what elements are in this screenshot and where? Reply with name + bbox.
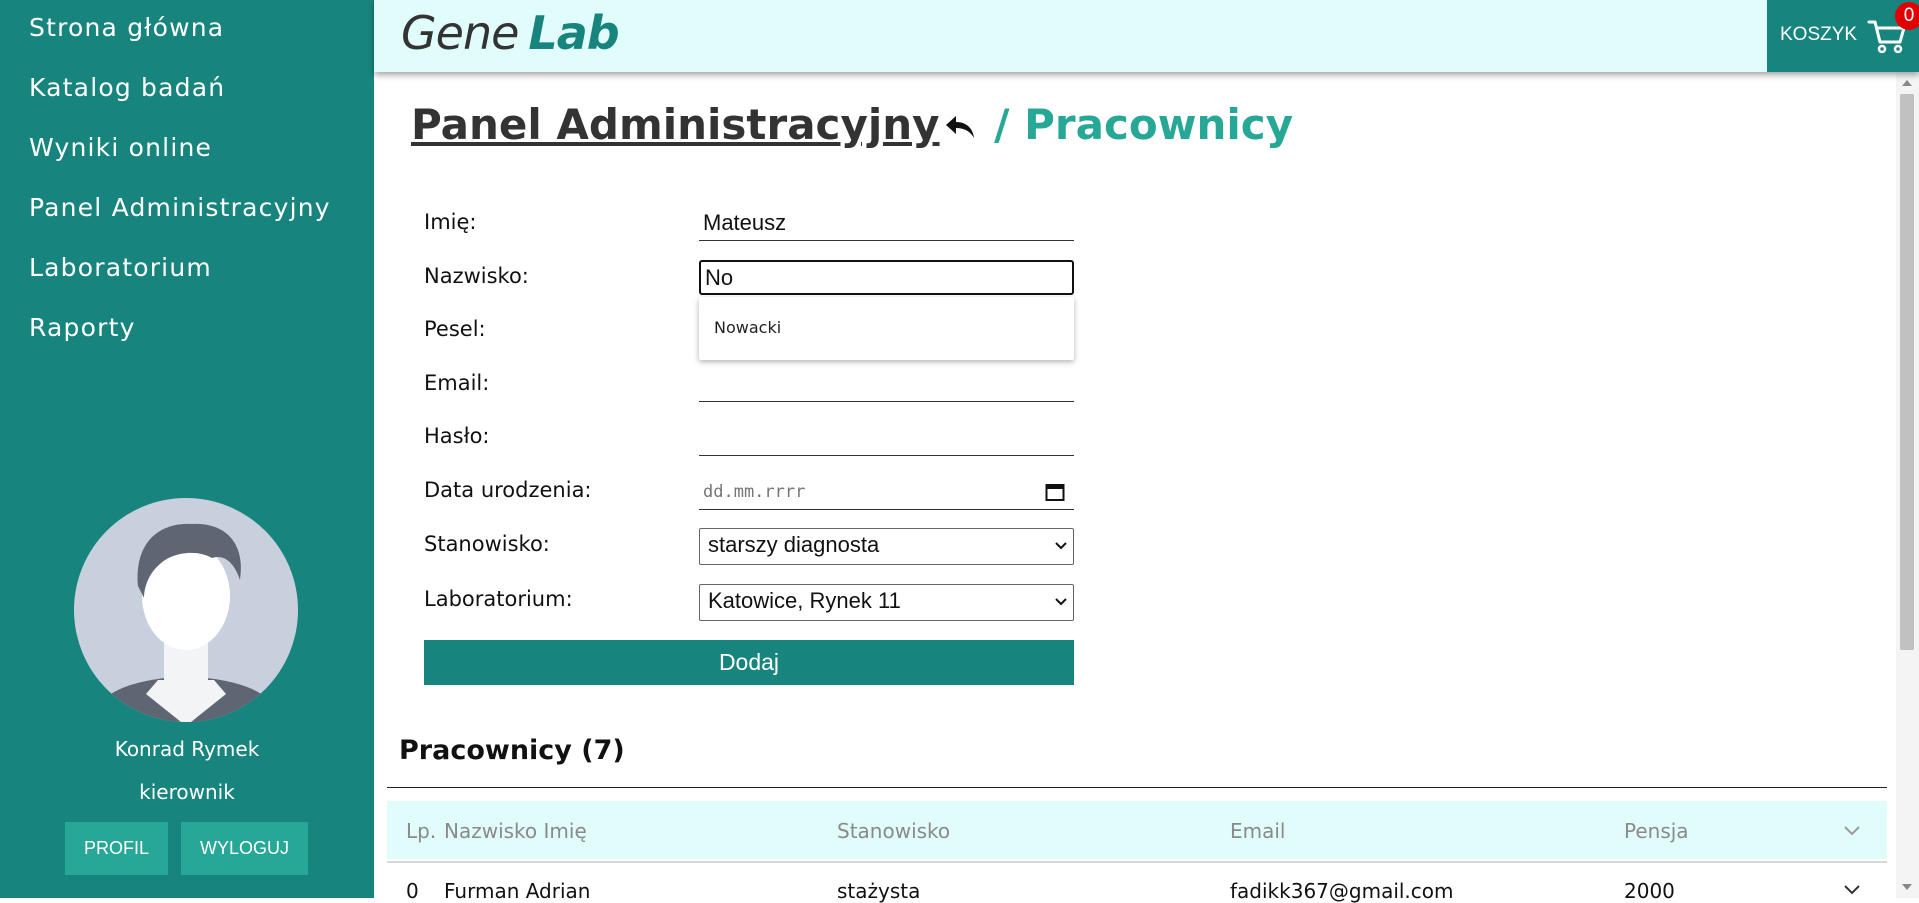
scroll-thumb[interactable] xyxy=(1900,94,1914,650)
logo[interactable]: Gene Lab xyxy=(401,6,620,60)
last-name-field[interactable] xyxy=(699,260,1074,295)
autocomplete-dropdown: Nowacki xyxy=(699,297,1074,360)
top-header: Gene Lab KOSZYK 0 xyxy=(374,0,1919,72)
profile-button[interactable]: PROFIL xyxy=(65,822,168,875)
page-scrollbar[interactable] xyxy=(1896,72,1919,898)
add-button[interactable]: Dodaj xyxy=(424,640,1074,685)
cell-lp: 0 xyxy=(406,879,419,903)
chevron-down-icon xyxy=(1055,542,1067,550)
nav-item-laboratory[interactable]: Laboratorium xyxy=(29,248,331,308)
cart-button[interactable]: KOSZYK 0 xyxy=(1767,0,1919,72)
column-position[interactable]: Stanowisko xyxy=(837,819,950,843)
user-name: Konrad Rymek xyxy=(114,737,260,761)
back-arrow-icon[interactable] xyxy=(944,103,976,152)
breadcrumb-separator: / xyxy=(994,100,1010,149)
chevron-down-icon xyxy=(1055,598,1067,606)
nav-item-reports[interactable]: Raporty xyxy=(29,308,331,368)
nav-item-home[interactable]: Strona główna xyxy=(29,8,331,68)
cart-count-badge: 0 xyxy=(1895,2,1919,30)
nav-item-catalog[interactable]: Katalog badań xyxy=(29,68,331,128)
birth-date-field[interactable] xyxy=(699,475,1074,510)
divider xyxy=(387,787,1887,788)
sidebar: Strona główna Katalog badań Wyniki onlin… xyxy=(0,0,374,898)
laboratory-label: Laboratorium: xyxy=(424,587,573,611)
user-avatar-icon xyxy=(84,523,288,722)
position-select[interactable]: starszy diagnosta xyxy=(699,528,1074,565)
employees-heading: Pracownicy (7) xyxy=(399,735,625,766)
last-name-label: Nazwisko: xyxy=(424,264,529,288)
column-salary[interactable]: Pensja xyxy=(1624,819,1689,843)
first-name-field[interactable] xyxy=(699,206,1074,241)
nav-item-results[interactable]: Wyniki online xyxy=(29,128,331,188)
position-label: Stanowisko: xyxy=(424,532,550,556)
email-field[interactable] xyxy=(699,367,1074,402)
password-field[interactable] xyxy=(699,421,1074,456)
position-select-value: starszy diagnosta xyxy=(708,532,880,557)
password-label: Hasło: xyxy=(424,424,490,448)
scroll-down-icon[interactable] xyxy=(1902,884,1912,890)
scroll-up-icon[interactable] xyxy=(1902,80,1912,86)
chevron-down-icon[interactable] xyxy=(1844,826,1860,836)
laboratory-select[interactable]: Katowice, Rynek 11 xyxy=(699,584,1074,621)
table-row[interactable]: 0 Furman Adrian stażysta fadikk367@gmail… xyxy=(387,861,1887,903)
birth-date-label: Data urodzenia: xyxy=(424,478,592,502)
laboratory-select-value: Katowice, Rynek 11 xyxy=(708,588,901,613)
email-label: Email: xyxy=(424,371,490,395)
user-role: kierownik xyxy=(139,780,235,804)
breadcrumb-admin-panel[interactable]: Panel Administracyjny xyxy=(411,100,940,149)
logo-gene: Gene xyxy=(401,6,519,60)
first-name-label: Imię: xyxy=(424,210,477,234)
column-lp[interactable]: Lp. xyxy=(406,819,436,843)
breadcrumb: Panel Administracyjny / Pracownicy xyxy=(411,100,1293,152)
avatar xyxy=(74,498,298,722)
calendar-icon[interactable] xyxy=(1045,482,1065,502)
cell-position: stażysta xyxy=(837,879,921,903)
chevron-down-icon[interactable] xyxy=(1844,885,1860,895)
column-name[interactable]: Nazwisko Imię xyxy=(444,819,587,843)
sidebar-nav: Strona główna Katalog badań Wyniki onlin… xyxy=(29,8,331,368)
logo-lab: Lab xyxy=(528,6,619,60)
table-header: Lp. Nazwisko Imię Stanowisko Email Pensj… xyxy=(387,801,1887,859)
column-email[interactable]: Email xyxy=(1230,819,1286,843)
nav-item-admin-panel[interactable]: Panel Administracyjny xyxy=(29,188,331,248)
cell-salary: 2000 xyxy=(1624,879,1675,903)
autocomplete-option[interactable]: Nowacki xyxy=(714,318,781,337)
cell-email: fadikk367@gmail.com xyxy=(1230,879,1454,903)
pesel-label: Pesel: xyxy=(424,317,486,341)
cell-name: Furman Adrian xyxy=(444,879,591,903)
logout-button[interactable]: WYLOGUJ xyxy=(181,822,308,875)
page-title: Pracownicy xyxy=(1024,100,1294,149)
cart-label: KOSZYK xyxy=(1780,24,1858,45)
